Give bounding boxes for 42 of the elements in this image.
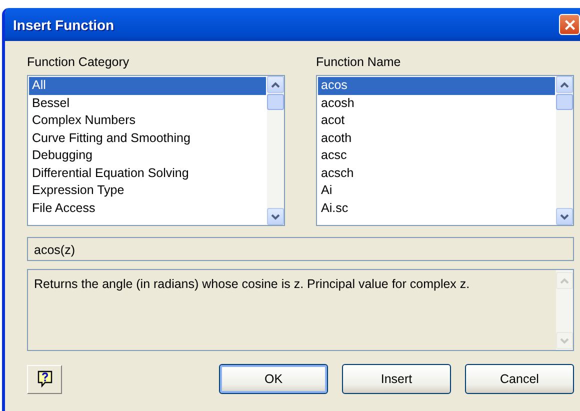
- list-item[interactable]: Debugging: [29, 147, 266, 164]
- list-item[interactable]: acos: [318, 77, 555, 94]
- list-item[interactable]: All: [29, 77, 266, 94]
- down-caret-icon: [560, 338, 569, 344]
- close-icon: [564, 18, 576, 30]
- list-item[interactable]: Ai.sc: [318, 200, 555, 217]
- list-item[interactable]: Bessel: [29, 94, 266, 112]
- down-caret-icon: [271, 214, 280, 220]
- list-item[interactable]: Curve Fitting and Smoothing: [29, 130, 266, 147]
- up-caret-icon: [560, 82, 569, 88]
- list-item[interactable]: acot: [318, 112, 555, 130]
- list-label: Function Name: [316, 55, 402, 71]
- dialog-button[interactable]: Insert: [342, 364, 451, 394]
- signature-field: acos(z): [27, 237, 574, 261]
- scroll-thumb[interactable]: [556, 94, 573, 110]
- scroll-up-button[interactable]: [556, 76, 573, 93]
- dialog-button[interactable]: OK: [219, 364, 328, 394]
- description-text: Returns the angle (in radians) whose cosine is z. Principal value for complex z.: [33, 276, 471, 293]
- close-button[interactable]: [559, 14, 580, 35]
- help-icon: [36, 370, 52, 388]
- list-item[interactable]: acoth: [318, 130, 555, 147]
- list-item[interactable]: acosh: [318, 94, 555, 112]
- up-caret-icon: [560, 278, 569, 284]
- down-caret-icon: [560, 214, 569, 220]
- window-title: Insert Function: [13, 16, 116, 32]
- list-item[interactable]: acsch: [318, 164, 555, 182]
- list-item[interactable]: Expression Type: [29, 182, 266, 200]
- up-caret-icon: [271, 82, 280, 88]
- list-item[interactable]: File Access: [29, 200, 266, 217]
- list-item[interactable]: Ai: [318, 182, 555, 200]
- list-item[interactable]: Complex Numbers: [29, 112, 266, 130]
- help-button[interactable]: [27, 364, 62, 394]
- list-item[interactable]: acsc: [318, 147, 555, 164]
- scroll-up-button[interactable]: [267, 76, 284, 93]
- scroll-down-button[interactable]: [267, 208, 284, 225]
- scroll-thumb[interactable]: [267, 94, 284, 110]
- list-item[interactable]: Differential Equation Solving: [29, 164, 266, 182]
- scroll-down-button[interactable]: [556, 208, 573, 225]
- list-label: Function Category: [27, 55, 130, 71]
- dialog-button[interactable]: Cancel: [465, 364, 574, 394]
- scrollbar[interactable]: [556, 76, 573, 225]
- scrollbar[interactable]: [267, 76, 284, 225]
